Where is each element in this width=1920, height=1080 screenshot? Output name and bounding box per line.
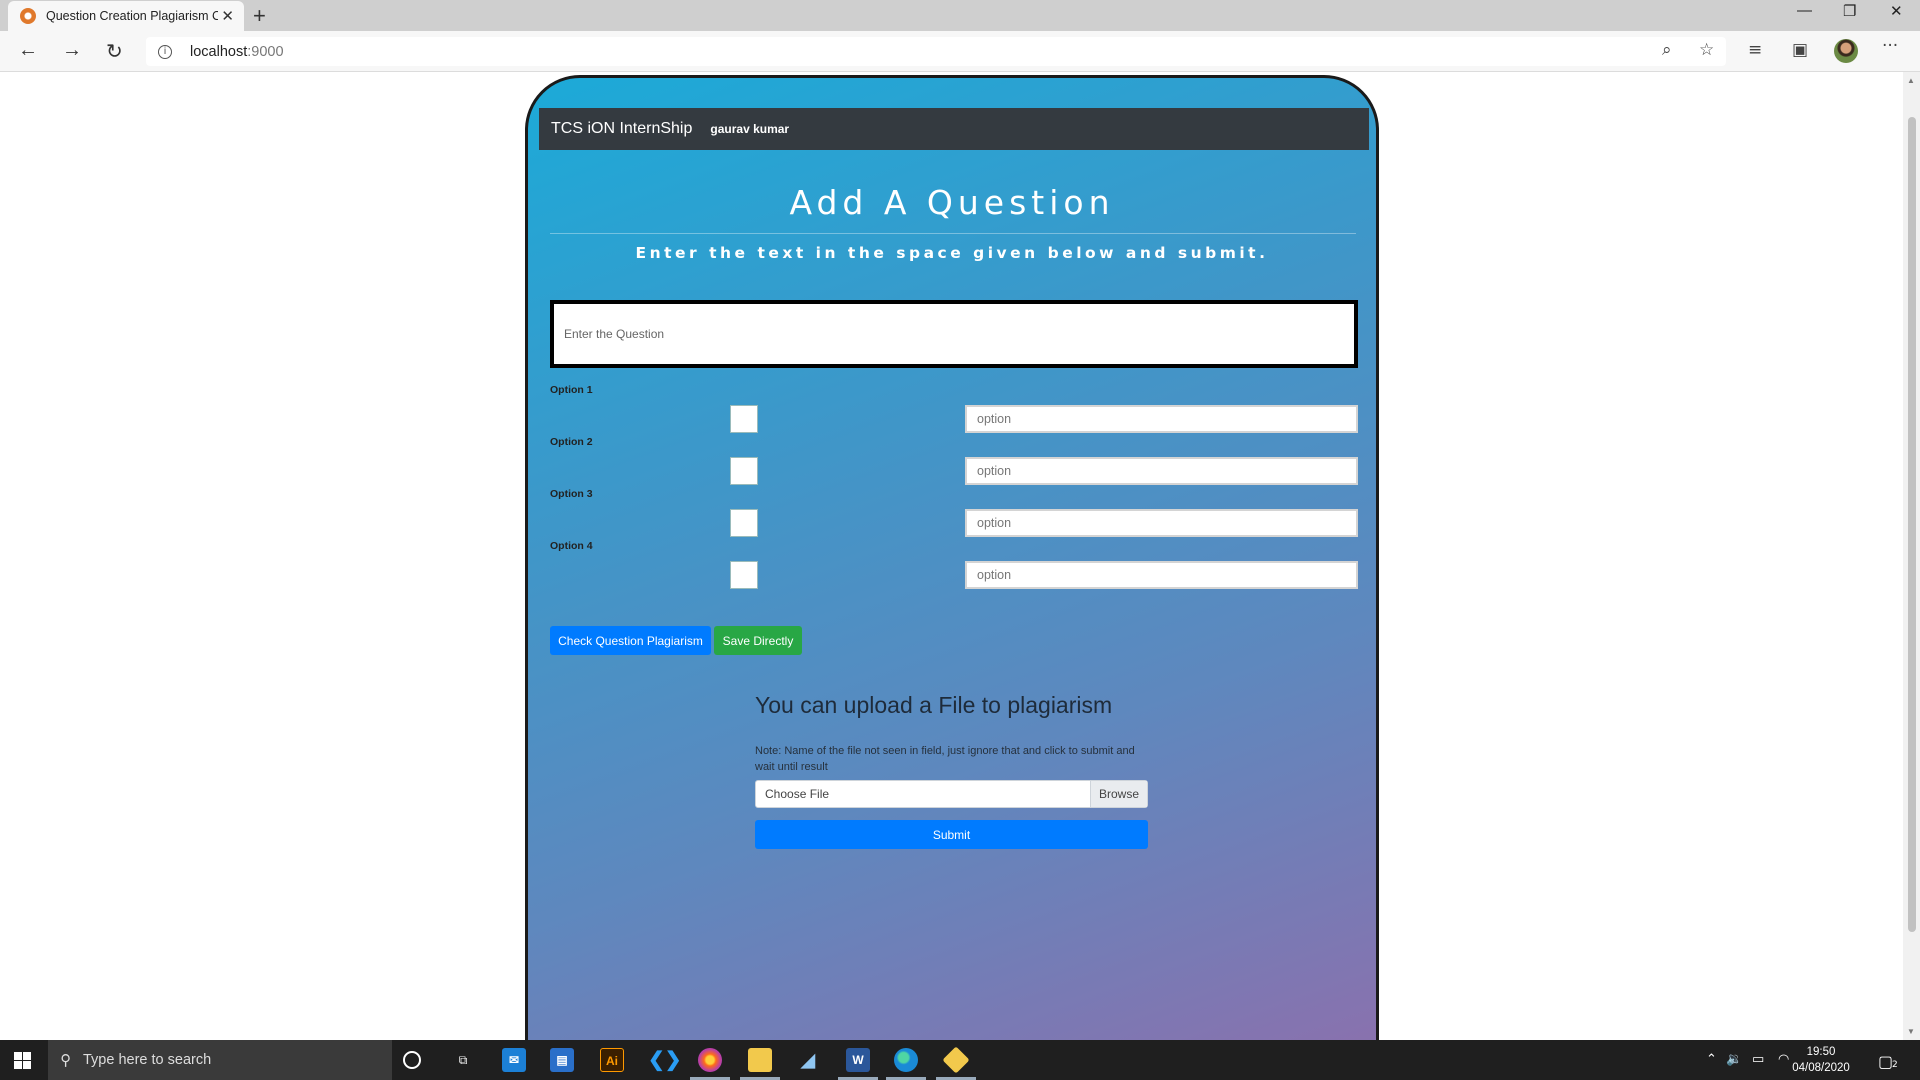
option-3-checkbox[interactable]: [730, 509, 758, 537]
zoom-icon[interactable]: ⌕: [1662, 40, 1672, 60]
save-directly-button[interactable]: Save Directly: [714, 626, 802, 655]
url-host: localhost: [190, 43, 248, 60]
minimize-icon[interactable]: —: [1797, 2, 1812, 19]
option-2-label: Option 2: [550, 436, 593, 448]
taskbar-search-placeholder: Type here to search: [83, 1052, 212, 1068]
site-favicon-icon: [20, 8, 36, 24]
page-subtitle: Enter the text in the space given below …: [635, 244, 1269, 262]
collections-icon[interactable]: ▣: [1792, 40, 1808, 60]
firefox-icon[interactable]: [698, 1048, 722, 1072]
tray-chevron-icon[interactable]: ⌃: [1706, 1052, 1717, 1067]
scroll-up-icon[interactable]: ▲: [1907, 76, 1915, 85]
navbar-brand[interactable]: TCS iON InternShip: [551, 120, 692, 138]
windows-start-icon[interactable]: [14, 1052, 31, 1069]
option-1-input[interactable]: [965, 405, 1358, 433]
option-4-label: Option 4: [550, 540, 593, 552]
option-1-checkbox[interactable]: [730, 405, 758, 433]
option-3-label: Option 3: [550, 488, 593, 500]
file-input[interactable]: Choose File Browse: [755, 780, 1148, 808]
refresh-icon[interactable]: ↻: [106, 39, 123, 64]
browser-tab[interactable]: Question Creation Plagiarism Ch ✕: [8, 1, 244, 31]
option-3-input[interactable]: [965, 509, 1358, 537]
question-card: TCS iON InternShip gaurav kumar Add A Qu…: [525, 75, 1379, 1075]
git-icon[interactable]: [942, 1046, 970, 1074]
address-bar-row: ← → ↻ i localhost:9000 ⌕ ☆ ≡ ▣ ···: [0, 31, 1920, 72]
browse-button[interactable]: Browse: [1090, 781, 1147, 807]
scroll-down-icon[interactable]: ▼: [1907, 1027, 1915, 1036]
battery-icon[interactable]: ▭: [1752, 1052, 1764, 1067]
favorite-star-icon[interactable]: ☆: [1699, 40, 1714, 60]
more-menu-icon[interactable]: ···: [1882, 36, 1898, 56]
option-2-checkbox[interactable]: [730, 457, 758, 485]
favorites-list-icon[interactable]: ≡: [1748, 40, 1762, 60]
scroll-thumb[interactable]: [1908, 117, 1916, 932]
window-close-icon[interactable]: ✕: [1890, 2, 1903, 20]
upload-note: Note: Name of the file not seen in field…: [755, 745, 1135, 773]
option-4-checkbox[interactable]: [730, 561, 758, 589]
taskbar-search[interactable]: ⚲ Type here to search: [48, 1040, 392, 1080]
notification-icon[interactable]: ▢: [1878, 1052, 1893, 1071]
submit-button[interactable]: Submit: [755, 820, 1148, 849]
option-2-input[interactable]: [965, 457, 1358, 485]
word-icon[interactable]: W: [846, 1048, 870, 1072]
question-input[interactable]: [550, 300, 1358, 368]
title-divider: [550, 233, 1356, 234]
mail-icon[interactable]: ✉: [502, 1048, 526, 1072]
option-4-input[interactable]: [965, 561, 1358, 589]
volume-icon[interactable]: 🔉: [1726, 1052, 1742, 1067]
upload-title: You can upload a File to plagiarism: [755, 692, 1113, 718]
cortana-icon[interactable]: [403, 1051, 421, 1069]
new-tab-icon[interactable]: +: [253, 3, 266, 29]
edge-icon[interactable]: [894, 1048, 918, 1072]
store-icon[interactable]: ▤: [550, 1048, 574, 1072]
illustrator-icon[interactable]: Ai: [600, 1048, 624, 1072]
check-plagiarism-button[interactable]: Check Question Plagiarism: [550, 626, 711, 655]
tab-title: Question Creation Plagiarism Ch: [46, 9, 218, 23]
back-arrow-icon[interactable]: ←: [18, 39, 38, 62]
windows-taskbar: ⚲ Type here to search ⧉ ✉ ▤ Ai ❮❯ ◢ W ⌃ …: [0, 1040, 1920, 1080]
tab-close-icon[interactable]: ✕: [221, 7, 234, 25]
clock-time: 19:50: [1806, 1046, 1836, 1058]
browser-tab-strip: Question Creation Plagiarism Ch ✕ + — ❐ …: [0, 0, 1920, 31]
task-view-icon[interactable]: ⧉: [451, 1048, 475, 1072]
app-icon[interactable]: ◢: [796, 1048, 820, 1072]
file-explorer-icon[interactable]: [748, 1048, 772, 1072]
restore-icon[interactable]: ❐: [1843, 2, 1856, 20]
forward-arrow-icon[interactable]: →: [62, 39, 82, 62]
profile-avatar[interactable]: [1834, 39, 1858, 63]
url-field[interactable]: i localhost:9000: [146, 37, 1726, 66]
option-1-label: Option 1: [550, 384, 593, 396]
vscode-icon[interactable]: ❮❯: [648, 1048, 682, 1072]
notification-count: 2: [1892, 1060, 1898, 1070]
file-input-label: Choose File: [765, 787, 830, 801]
app-navbar: TCS iON InternShip gaurav kumar: [539, 108, 1369, 150]
navbar-user[interactable]: gaurav kumar: [710, 122, 789, 136]
taskbar-clock[interactable]: 19:50 04/08/2020: [1786, 1044, 1856, 1076]
page-scrollbar[interactable]: ▲ ▼: [1903, 72, 1920, 1040]
page-title: Add A Question: [789, 183, 1115, 222]
clock-date: 04/08/2020: [1792, 1062, 1850, 1074]
url-port: :9000: [247, 43, 284, 60]
site-info-icon[interactable]: i: [158, 44, 172, 59]
search-icon: ⚲: [60, 1051, 71, 1069]
